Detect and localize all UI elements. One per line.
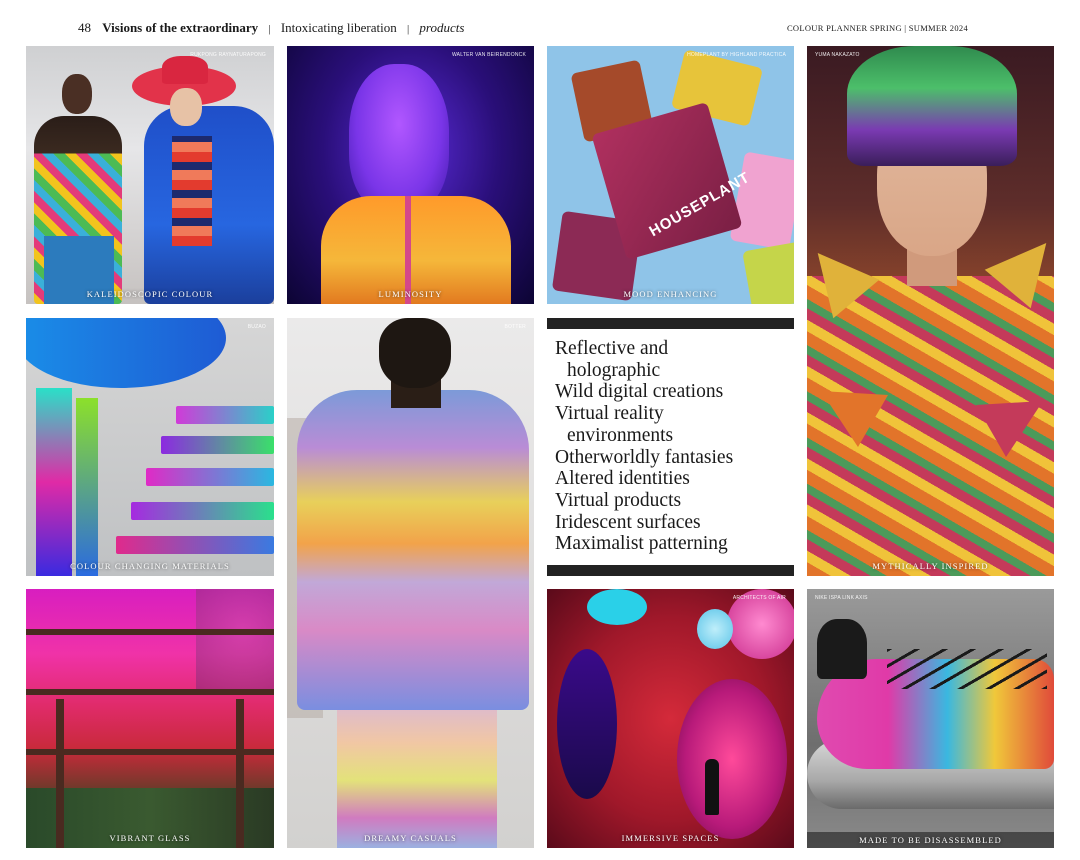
silhouette-person: [705, 759, 719, 815]
iridescent-step: [131, 502, 274, 520]
image-tile-mythically-inspired: YUMA NAKAZATO MYTHICALLY INSPIRED: [807, 46, 1054, 576]
inflatable-light: [697, 609, 733, 649]
sneaker-heel-tab: [817, 619, 867, 679]
image-tile-mood-enhancing: HOUSEPLANT HOMEPLANT BY HIGHLAND PRACTIC…: [547, 46, 794, 304]
page-subtitle: Intoxicating liberation: [280, 20, 397, 35]
tile-caption: MYTHICALLY INSPIRED: [872, 561, 989, 571]
keyword-item: Reflective and: [555, 338, 669, 359]
keyword-panel: Reflective and holographic Wild digital …: [547, 318, 794, 576]
jacket-zip: [405, 196, 411, 304]
page-title: Visions of the extraordinary: [102, 20, 259, 35]
photo-credit: WALTER VAN BEIRENDONCK: [451, 52, 526, 58]
keyword-item: Maximalist patterning: [555, 533, 728, 555]
iridescent-post: [36, 388, 72, 576]
model-face: [170, 88, 202, 126]
image-tile-immersive-spaces: ARCHITECTS OF AIR IMMERSIVE SPACES: [547, 589, 794, 848]
keyword-item: Iridescent surfaces: [555, 511, 701, 533]
section-label: products: [419, 20, 465, 35]
page-number: 48: [78, 20, 91, 35]
image-tile-made-to-be-disassembled: NIKE ISPA LINK AXIS MADE TO BE DISASSEMB…: [807, 589, 1054, 848]
photo-credit: BUZAO: [247, 324, 266, 330]
pergola-post: [56, 699, 64, 848]
publication-label: COLOUR PLANNER SPRING | SUMMER 2024: [786, 23, 968, 33]
keyword-item: Wild digital creations: [555, 381, 724, 403]
pergola-beam: [26, 689, 274, 695]
keyword-item: Virtual products: [555, 489, 682, 511]
keyword-list: Reflective and holographic Wild digital …: [555, 338, 791, 555]
tile-caption: DREAMY CASUALS: [364, 833, 457, 843]
tile-caption: MADE TO BE DISASSEMBLED: [807, 832, 1054, 848]
pergola-post: [236, 699, 244, 848]
background-tree: [196, 589, 274, 689]
image-tile-dreamy-casuals: BOTTER DREAMY CASUALS: [287, 318, 534, 848]
keyword-item: Altered identities: [555, 468, 690, 490]
model-head: [379, 318, 451, 388]
image-tile-kaleidoscopic-colour: RUKPONG RAYNATURAPONG KALEIDOSCOPIC COLO…: [26, 46, 274, 304]
model-jacket: [297, 390, 529, 710]
iridescent-step: [176, 406, 274, 424]
image-tile-vibrant-glass: VIBRANT GLASS: [26, 589, 274, 848]
panel-rule-bottom: [547, 565, 794, 576]
tile-caption: COLOUR CHANGING MATERIALS: [70, 561, 230, 571]
iridescent-step: [146, 468, 274, 486]
image-tile-colour-changing-materials: BUZAO COLOUR CHANGING MATERIALS: [26, 318, 274, 576]
tile-caption: KALEIDOSCOPIC COLOUR: [86, 289, 214, 299]
photo-credit: BOTTER: [504, 324, 526, 330]
inflatable-opening: [587, 589, 647, 625]
image-tile-luminosity: WALTER VAN BEIRENDONCK LUMINOSITY: [287, 46, 534, 304]
sneaker-laces: [887, 649, 1047, 689]
model-shirt: [172, 136, 212, 246]
model-jacket: [321, 196, 511, 304]
inflatable-opening: [677, 679, 787, 839]
tile-caption: LUMINOSITY: [378, 289, 443, 299]
keyword-item: Virtual reality: [555, 403, 664, 425]
header-left: 48 Visions of the extraordinary | Intoxi…: [78, 20, 464, 36]
iridescent-step: [116, 536, 274, 554]
iridescent-post: [76, 398, 98, 576]
tile-caption: MOOD ENHANCING: [623, 289, 718, 299]
photo-credit: ARCHITECTS OF AIR: [732, 595, 786, 601]
packaging-cube: [729, 151, 794, 251]
iridescent-step: [161, 436, 274, 454]
model-trousers: [337, 698, 497, 848]
photo-credit: NIKE ISPA LINK AXIS: [815, 595, 868, 601]
header-separator: |: [406, 23, 410, 35]
model-head: [349, 64, 449, 214]
tile-caption: VIBRANT GLASS: [109, 833, 191, 843]
model-hair: [847, 46, 1017, 166]
header-separator: |: [268, 23, 271, 35]
keyword-item: Otherworldly fantasies: [555, 446, 734, 468]
photo-credit: YUMA NAKAZATO: [815, 52, 860, 58]
keyword-item: holographic: [567, 359, 661, 381]
inflatable-opening: [557, 649, 617, 799]
tile-caption: IMMERSIVE SPACES: [621, 833, 720, 843]
page-header: 48 Visions of the extraordinary | Intoxi…: [78, 20, 968, 40]
photo-credit: RUKPONG RAYNATURAPONG: [190, 52, 266, 58]
keyword-item: environments: [567, 424, 674, 446]
panel-rule-top: [547, 318, 794, 329]
model-head: [62, 74, 92, 114]
blue-disc: [26, 318, 226, 388]
pergola-beam: [26, 629, 274, 635]
hat-crown: [162, 56, 208, 84]
photo-credit: HOMEPLANT BY HIGHLAND PRACTICA: [687, 52, 786, 58]
